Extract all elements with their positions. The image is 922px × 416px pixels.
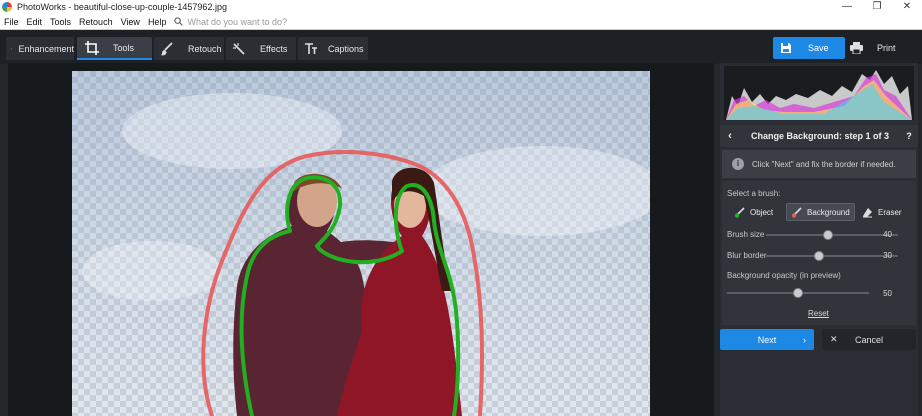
brush-section: Select a brush: Object Background Eraser… xyxy=(722,181,916,325)
cancel-label: Cancel xyxy=(854,334,883,345)
photo-image xyxy=(72,71,650,416)
tab-label: Effects xyxy=(260,43,288,54)
brush-icon xyxy=(160,41,173,55)
tab-label: Tools xyxy=(113,42,135,53)
blur-border-value: 30 xyxy=(883,251,892,260)
printer-icon xyxy=(850,42,863,54)
bg-opacity-slider[interactable] xyxy=(727,287,869,299)
tab-enhancement[interactable]: Enhancement xyxy=(6,37,74,60)
brush-background-label: Background xyxy=(807,207,850,217)
eraser-icon xyxy=(863,207,872,217)
histogram xyxy=(724,66,914,120)
brush-object-button[interactable]: Object xyxy=(730,203,777,221)
step-header: ‹ Change Background: step 1 of 3 ? xyxy=(720,125,918,147)
menu-tools[interactable]: Tools xyxy=(46,17,75,27)
info-icon: i xyxy=(732,158,744,170)
brush-size-label: Brush size xyxy=(727,230,765,239)
tab-label: Captions xyxy=(328,43,364,54)
help-button[interactable]: ? xyxy=(900,131,918,141)
save-label: Save xyxy=(808,43,829,53)
slider-thumb[interactable] xyxy=(793,288,803,298)
maximize-button[interactable]: ❐ xyxy=(862,0,892,14)
next-label: Next xyxy=(757,334,777,345)
brush-background-button[interactable]: Background xyxy=(786,203,855,221)
menu-help[interactable]: Help xyxy=(144,17,171,27)
object-brush-icon xyxy=(734,206,745,218)
brush-eraser-button[interactable]: Eraser xyxy=(858,203,906,221)
next-button[interactable]: Next › xyxy=(720,329,814,350)
hint-text: Click "Next" and fix the border if neede… xyxy=(752,159,896,169)
tab-effects[interactable]: Effects xyxy=(226,37,296,60)
reset-link[interactable]: Reset xyxy=(808,309,829,318)
chevron-right-icon: › xyxy=(803,334,806,345)
crop-icon xyxy=(85,40,99,55)
brush-object-label: Object xyxy=(750,207,774,217)
window-title: PhotoWorks - beautiful-close-up-couple-1… xyxy=(17,2,227,12)
close-icon: ✕ xyxy=(830,334,838,344)
menu-bar: File Edit Tools Retouch View Help What d… xyxy=(0,14,922,30)
tab-label: Enhancement xyxy=(18,43,74,54)
step-title: Change Background: step 1 of 3 xyxy=(750,131,890,141)
print-button[interactable]: Print xyxy=(850,37,910,59)
menu-view[interactable]: View xyxy=(117,17,144,27)
magic-wand-icon xyxy=(233,42,245,55)
menu-file[interactable]: File xyxy=(0,17,23,27)
slider-thumb[interactable] xyxy=(823,230,834,240)
floppy-disk-icon xyxy=(781,43,791,53)
app-logo-icon xyxy=(2,2,12,12)
tab-tools[interactable]: Tools xyxy=(77,37,152,60)
histogram-chart xyxy=(726,70,912,120)
menu-edit[interactable]: Edit xyxy=(23,17,47,27)
cancel-button[interactable]: ✕ Cancel xyxy=(822,329,916,350)
tab-captions[interactable]: Captions xyxy=(298,37,368,60)
search-icon xyxy=(174,17,184,26)
menu-retouch[interactable]: Retouch xyxy=(75,17,117,27)
photo-canvas[interactable] xyxy=(72,71,650,416)
right-panel: ‹ Change Background: step 1 of 3 ? i Cli… xyxy=(720,63,918,416)
brush-select-label: Select a brush: xyxy=(727,189,781,198)
brush-eraser-label: Eraser xyxy=(878,207,902,217)
brush-size-value: 40 xyxy=(883,230,892,239)
text-icon xyxy=(305,42,317,54)
hint-box: i Click "Next" and fix the border if nee… xyxy=(722,150,916,178)
menu-search[interactable]: What do you want to do? xyxy=(174,17,287,27)
close-button[interactable]: ✕ xyxy=(892,0,922,14)
blur-border-label: Blur border xyxy=(727,251,767,260)
minimize-button[interactable]: — xyxy=(832,0,862,14)
window-controls: — ❐ ✕ xyxy=(832,0,922,14)
slider-thumb[interactable] xyxy=(813,251,824,261)
workspace xyxy=(8,63,714,416)
tab-retouch[interactable]: Retouch xyxy=(154,37,224,60)
back-arrow-icon[interactable]: ‹ xyxy=(720,130,740,142)
search-placeholder: What do you want to do? xyxy=(187,16,288,27)
title-bar: PhotoWorks - beautiful-close-up-couple-1… xyxy=(0,0,922,14)
tab-label: Retouch xyxy=(188,43,222,54)
bg-opacity-label: Background opacity (in preview) xyxy=(727,271,841,280)
bg-opacity-value: 50 xyxy=(883,289,892,298)
background-brush-icon xyxy=(791,206,802,218)
save-button[interactable]: Save xyxy=(773,37,845,59)
toolbar: Enhancement Tools Retouch Effects Captio… xyxy=(0,30,922,64)
sliders-icon xyxy=(11,47,13,50)
print-label: Print xyxy=(877,43,896,53)
